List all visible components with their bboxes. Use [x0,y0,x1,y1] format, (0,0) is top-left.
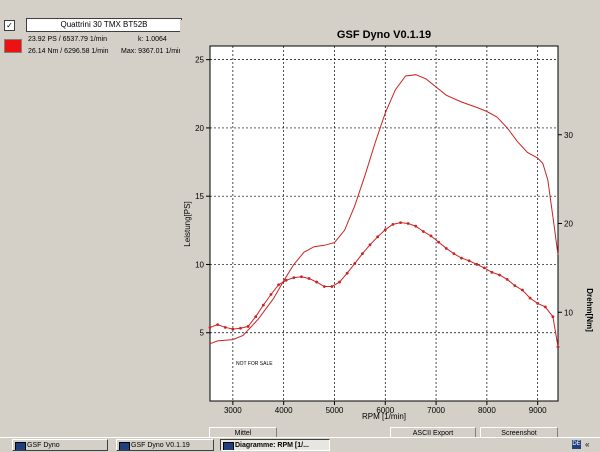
data-point [475,262,479,266]
data-point [216,323,220,327]
data-point [292,276,296,280]
data-point [437,240,441,244]
data-point [414,224,418,228]
data-point [482,266,486,270]
data-point [551,315,555,319]
y-tick-label: 15 [195,192,204,201]
legend-checkbox[interactable]: ✓ [4,20,15,31]
data-point [284,278,288,282]
y2-tick-label: 30 [564,131,573,140]
data-point [254,315,258,319]
data-point [383,228,387,232]
data-point [521,288,524,292]
y2-tick-label: 10 [564,308,573,317]
data-point [239,326,242,330]
data-point [223,325,227,329]
power-max-readout: 23.92 PS / 6537.79 1/min [28,36,107,43]
x-tick-label: 8000 [478,406,496,415]
y2-axis-label: Drehm[Nm] [585,288,594,332]
dyno-chart: 3000 4000 5000 6000 7000 8000 9000 5 10 15 20 25 10 2… [180,20,600,425]
x-axis-label: RPM [1/min] [362,412,406,421]
data-point [269,293,273,296]
data-point [406,222,410,225]
legend-panel: ✓ Quattrini 30 TMX BT52B 23.92 PS / 6537… [2,16,182,60]
data-point [490,270,494,274]
data-point [556,345,560,349]
app-window-icon [15,442,26,450]
data-point [460,256,463,260]
x-tick-label: 9000 [529,406,547,415]
data-point [345,271,349,275]
data-point [246,325,250,328]
k-factor-readout: k: 1.0064 [138,36,167,43]
data-point [444,246,448,250]
taskbar-item-gsf-dyno-version[interactable]: GSF Dyno V0.1.19 [116,439,214,451]
data-point [505,278,509,281]
vehicle-name-field[interactable]: Quattrini 30 TMX BT52B [26,18,182,32]
rpm-max-readout: Max: 9367.01 1/min [121,48,183,55]
x-tick-label: 3000 [224,406,242,415]
data-point [277,283,280,287]
data-point [338,280,341,284]
data-point [261,303,265,307]
language-tray-icon[interactable]: DE [572,440,581,449]
data-point [330,285,334,288]
app-window-icon [223,442,234,450]
y-tick-label: 10 [195,260,204,269]
y2-tick-label: 20 [564,220,573,229]
taskbar: GSF Dyno GSF Dyno V0.1.19 Diagramme: RPM… [0,437,600,452]
data-point [368,243,372,247]
data-point [208,325,212,329]
y-tick-label: 5 [200,329,205,338]
x-tick-label: 4000 [275,406,293,415]
plot-area [209,45,559,402]
data-point [399,221,402,225]
data-point [498,273,501,277]
y-tick-label: 25 [195,56,204,65]
data-point [322,285,326,288]
taskbar-item-diagramme[interactable]: Diagramme: RPM [1/... [220,439,330,451]
data-point [513,284,517,288]
data-point [467,259,471,263]
data-point [353,262,357,265]
tray-expand-icon[interactable]: « [585,439,589,451]
app-window-icon [119,442,130,450]
y-tick-label: 20 [195,124,204,133]
watermark-text: NOT FOR SALE [236,361,273,367]
taskbar-item-gsf-dyno[interactable]: GSF Dyno [12,439,108,451]
data-point [391,222,395,226]
data-point [429,234,433,238]
data-point [300,275,303,279]
x-tick-label: 7000 [427,406,445,415]
data-point [376,235,380,239]
y-axis-label: Leistung[PS] [183,201,192,246]
x-tick-label: 5000 [326,406,344,415]
data-point [361,252,364,256]
data-point [315,280,319,284]
data-point [421,230,425,233]
data-point [307,277,311,280]
data-point [543,305,547,309]
chart-title: GSF Dyno V0.1.19 [337,29,431,41]
data-point [536,301,540,305]
curve-color-swatch[interactable] [4,39,22,53]
data-point [452,252,456,256]
torque-max-readout: 26.14 Nm / 6296.58 1/min [28,48,109,55]
data-point [231,327,235,331]
data-point [528,296,532,300]
